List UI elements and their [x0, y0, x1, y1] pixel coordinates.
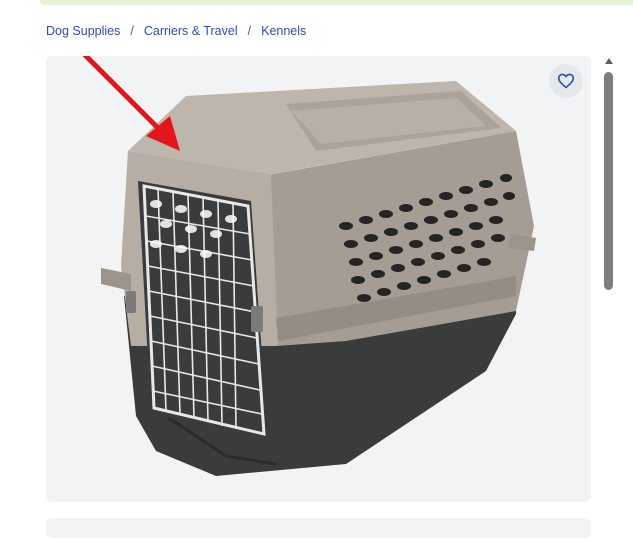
breadcrumb-kennels[interactable]: Kennels	[261, 24, 306, 38]
breadcrumb-separator: /	[130, 24, 134, 38]
favorite-button[interactable]	[549, 64, 583, 98]
product-image	[82, 56, 536, 476]
scrollbar[interactable]	[603, 58, 615, 529]
breadcrumb-carriers-travel[interactable]: Carriers & Travel	[144, 24, 238, 38]
breadcrumb-separator: /	[247, 24, 252, 38]
top-banner-strip	[40, 0, 633, 5]
scroll-thumb[interactable]	[604, 72, 613, 290]
breadcrumb-dog-supplies[interactable]: Dog Supplies	[46, 24, 120, 38]
annotation-arrow	[82, 56, 180, 151]
breadcrumb: Dog Supplies / Carriers & Travel / Kenne…	[46, 23, 306, 39]
scroll-up-arrow[interactable]	[605, 58, 613, 64]
next-card	[46, 518, 591, 538]
product-image-card[interactable]	[46, 56, 591, 502]
heart-icon	[557, 73, 575, 89]
